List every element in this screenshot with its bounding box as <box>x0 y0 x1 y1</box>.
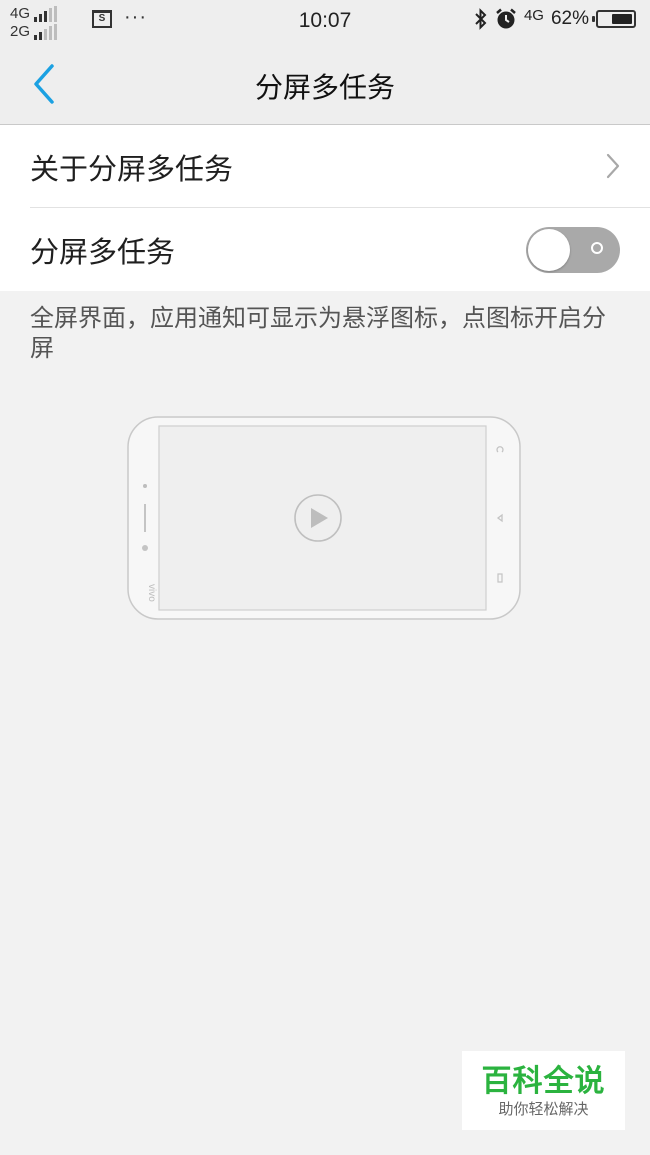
watermark-title: 百科全说 <box>481 1064 606 1099</box>
battery-icon <box>592 10 636 28</box>
page-title: 分屏多任务 <box>254 71 395 104</box>
about-split-screen-row[interactable]: 关于分屏多任务 <box>0 125 650 208</box>
mobile-data-indicator: 4G <box>523 6 544 24</box>
about-split-screen-label: 关于分屏多任务 <box>30 151 234 186</box>
battery-fill <box>612 14 632 24</box>
brand-logo: vivo <box>146 584 157 602</box>
split-screen-toggle-row: 分屏多任务 <box>0 208 650 291</box>
watermark-subtitle: 助你轻松解决 <box>498 1100 589 1118</box>
alarm-icon <box>496 8 516 29</box>
split-screen-toggle-label: 分屏多任务 <box>30 234 176 269</box>
title-bar: 分屏多任务 <box>0 44 650 125</box>
toggle-knob <box>528 229 570 271</box>
status-bar: 4G 2G S ··· 10:07 4G 62% <box>0 0 650 44</box>
split-screen-toggle[interactable] <box>526 227 620 273</box>
watermark-logo: 百科全说 助你轻松解决 <box>462 1051 625 1130</box>
battery-percent: 62% <box>550 8 589 29</box>
settings-list: 关于分屏多任务 分屏多任务 <box>0 125 650 291</box>
phone-illustration: vivo <box>127 416 521 620</box>
status-right-group: 4G 62% <box>474 6 636 30</box>
chevron-right-icon <box>606 153 620 179</box>
description-text: 全屏界面，应用通知可显示为悬浮图标，点图标开启分屏 <box>30 304 606 362</box>
bluetooth-icon <box>475 8 487 30</box>
toggle-off-indicator-icon <box>591 242 603 254</box>
